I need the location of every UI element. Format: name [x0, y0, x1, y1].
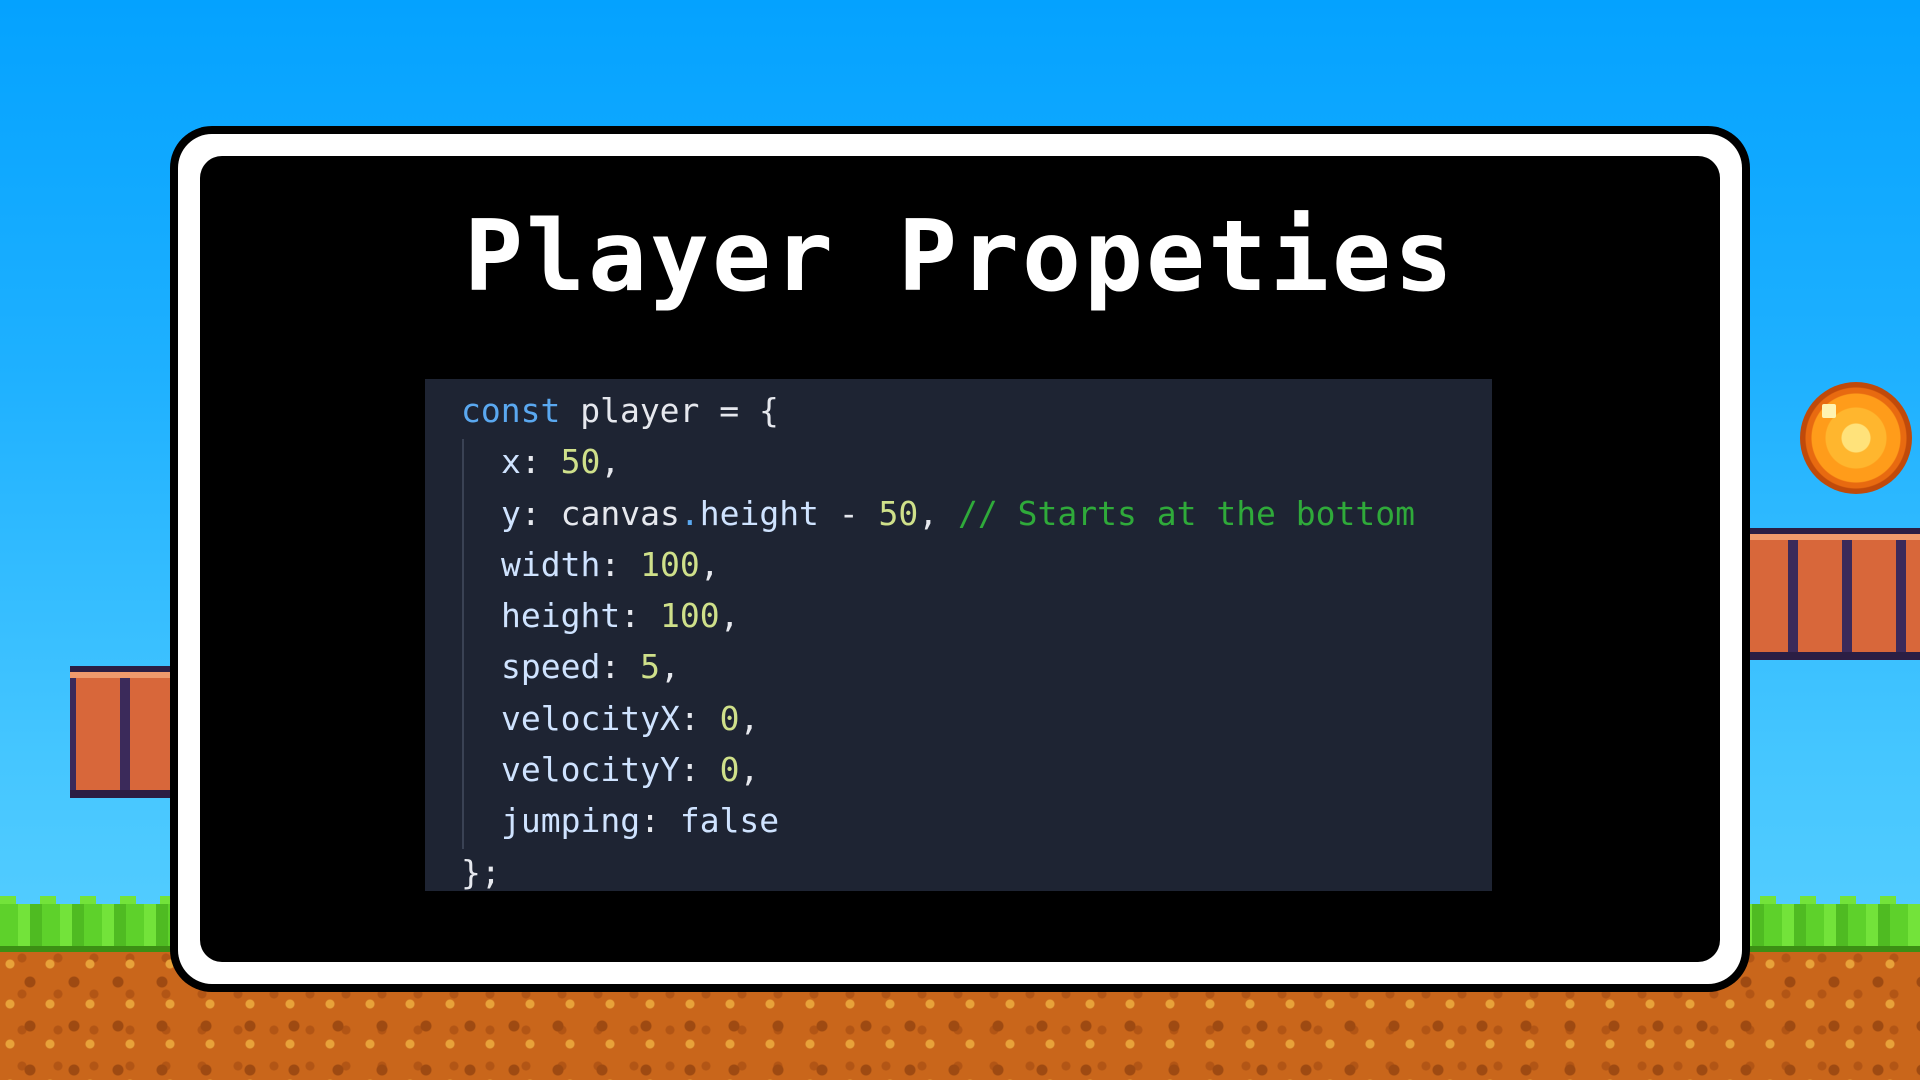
code-property: velocityX [501, 698, 680, 738]
code-line: }; [461, 847, 1492, 898]
code-property: width [501, 544, 601, 584]
code-separator: : [679, 750, 720, 790]
code-line: speed: 5, [461, 641, 1492, 692]
code-comment: // Starts at the bottom [958, 493, 1416, 533]
code-punct: , [719, 596, 740, 636]
code-identifier: player [560, 391, 700, 430]
code-line: y: canvas.height - 50, // Starts at the … [461, 488, 1492, 539]
code-line: jumping: false [461, 795, 1492, 846]
code-object: canvas [560, 493, 680, 533]
code-line: height: 100, [461, 590, 1492, 641]
code-property: jumping [501, 801, 641, 841]
code-dot: . [679, 493, 700, 533]
code-line: x: 50, [461, 436, 1492, 487]
code-punct: , [659, 647, 680, 687]
code-boolean: false [679, 801, 780, 841]
code-separator: : [620, 596, 660, 636]
coin-icon [1800, 382, 1912, 494]
code-number: 0 [719, 698, 740, 738]
code-number: 100 [640, 544, 700, 584]
code-number: 50 [560, 442, 601, 482]
brick-platform-left [70, 666, 176, 798]
slide-title: Player Propeties [463, 200, 1456, 314]
brick-platform-right [1738, 528, 1920, 660]
code-member: height [699, 493, 819, 533]
code-keyword: const [461, 391, 561, 430]
code-line: const player = { [461, 385, 1492, 436]
game-scene: Player Propeties const player = { x: 50,… [0, 0, 1920, 1080]
code-property: speed [501, 647, 601, 687]
code-number: 0 [719, 750, 740, 790]
code-closing-brace: }; [461, 852, 501, 892]
code-operator: - [818, 493, 879, 533]
code-punct: , [699, 544, 720, 584]
code-separator: : [520, 442, 561, 482]
code-number: 5 [640, 647, 660, 687]
code-operator: = { [699, 391, 779, 430]
code-property: y [501, 493, 521, 533]
code-line: width: 100, [461, 539, 1492, 590]
code-punct: , [739, 750, 760, 790]
code-separator: : [600, 647, 641, 687]
code-separator: : [520, 493, 561, 533]
code-punct: , [918, 493, 959, 533]
code-punct: , [600, 442, 621, 482]
code-line: velocityY: 0, [461, 744, 1492, 795]
code-separator: : [600, 544, 641, 584]
code-number: 50 [878, 493, 919, 533]
code-separator: : [679, 698, 720, 738]
code-property: height [501, 596, 621, 636]
code-property: velocityY [501, 750, 680, 790]
code-separator: : [640, 801, 680, 841]
code-number: 100 [659, 596, 720, 636]
code-property: x [501, 442, 521, 482]
code-line: velocityX: 0, [461, 693, 1492, 744]
code-punct: , [739, 698, 760, 738]
code-block: const player = { x: 50, y: canvas.height… [425, 379, 1492, 892]
